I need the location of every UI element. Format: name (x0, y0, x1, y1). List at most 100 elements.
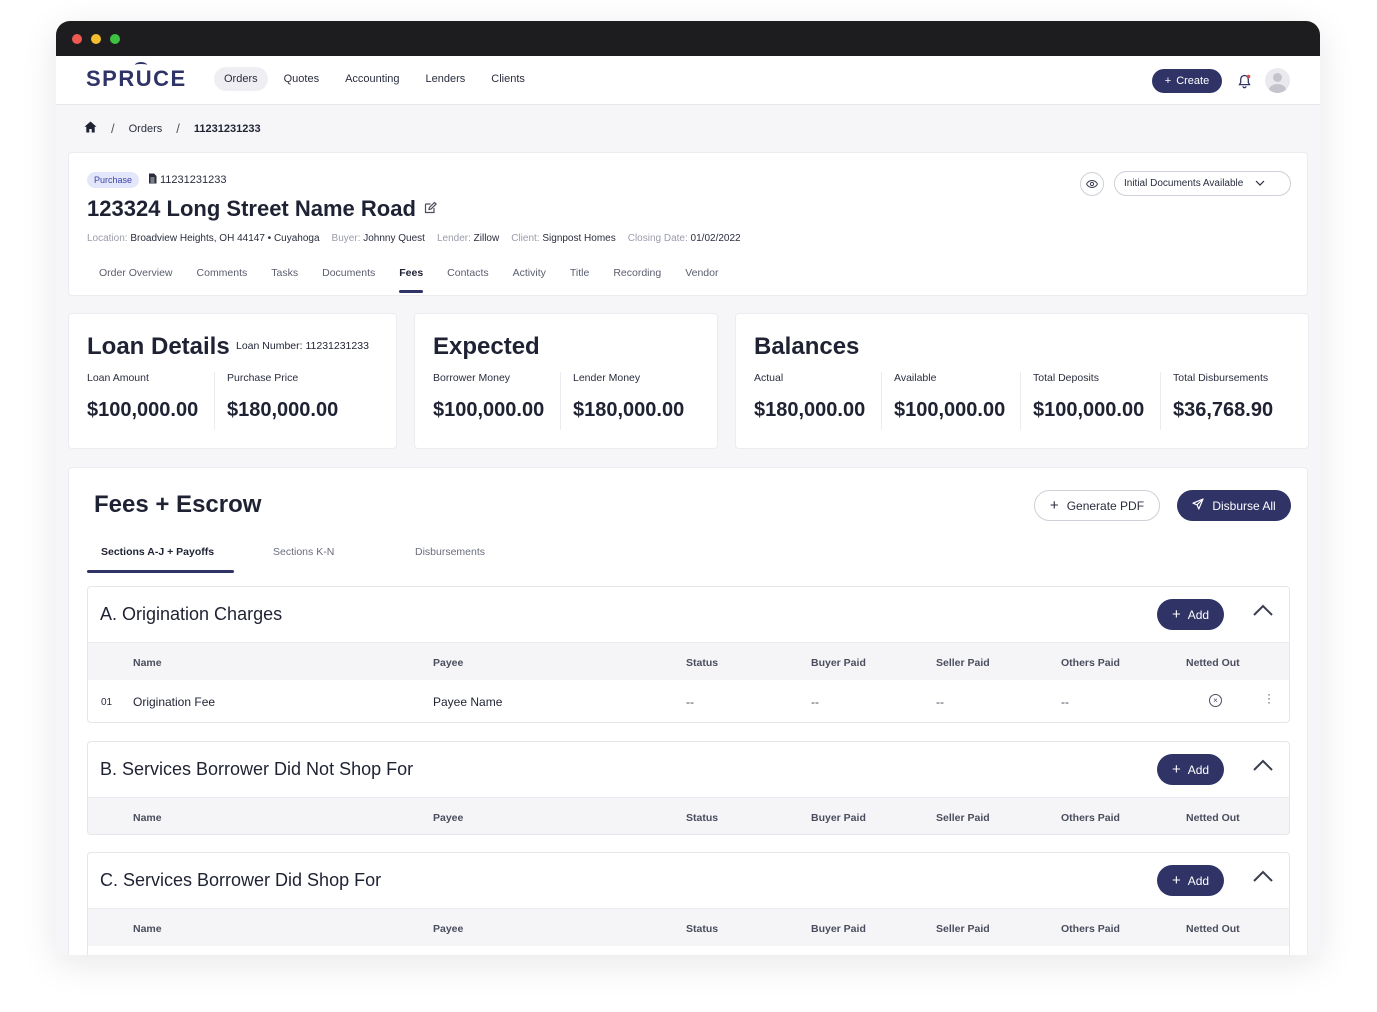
tab-disbursements[interactable]: Disbursements (415, 546, 485, 558)
breadcrumb-orders[interactable]: Orders (129, 123, 163, 135)
notification-bell-icon[interactable] (1236, 72, 1252, 90)
tab-recording[interactable]: Recording (601, 267, 673, 293)
breadcrumb: / Orders / 11231231233 (84, 121, 261, 136)
table-header: Name Payee Status Buyer Paid Seller Paid… (88, 797, 1289, 834)
col-buyer-paid: Buyer Paid (811, 923, 866, 935)
tab-title[interactable]: Title (558, 267, 601, 293)
section-b-not-shop: B. Services Borrower Did Not Shop For + … (87, 741, 1290, 835)
table-row[interactable]: 01 Origination Fee Payee Name -- -- -- -… (88, 680, 1289, 722)
location-label: Location: (87, 233, 128, 244)
chevron-up-icon[interactable] (1252, 869, 1274, 883)
add-label: Add (1187, 762, 1210, 777)
breadcrumb-order-id: 11231231233 (193, 122, 261, 135)
tab-sections-k-n[interactable]: Sections K-N (273, 546, 334, 558)
plus-icon: + (1171, 606, 1181, 623)
order-number-text: 11231231233 (160, 174, 227, 186)
tab-contacts[interactable]: Contacts (435, 267, 500, 293)
fee-status: -- (686, 695, 694, 709)
edit-icon[interactable] (424, 201, 437, 217)
total-disbursements-label: Total Disbursements (1173, 372, 1269, 384)
lender-money-value: $180,000.00 (573, 399, 685, 421)
expected-title: Expected (433, 333, 540, 360)
eye-icon[interactable] (1080, 172, 1104, 196)
lender-money-column: Lender Money $180,000.00 (560, 372, 684, 430)
document-icon (148, 173, 157, 187)
closing-date-label: Closing Date: (627, 233, 688, 244)
purchase-price-value: $180,000.00 (227, 399, 339, 421)
col-seller-paid: Seller Paid (936, 923, 990, 935)
add-label: Add (1187, 607, 1210, 622)
generate-pdf-button[interactable]: + Generate PDF (1034, 490, 1160, 521)
chevron-down-icon (1255, 178, 1265, 189)
loan-details-title: Loan Details (87, 333, 230, 360)
spruce-logo[interactable]: SPRUCE (86, 62, 187, 92)
loan-amount-label: Loan Amount (87, 372, 149, 384)
col-buyer-paid: Buyer Paid (811, 657, 866, 669)
col-seller-paid: Seller Paid (936, 812, 990, 824)
order-meta: Location: Broadview Heights, OH 44147 • … (87, 233, 741, 244)
expected-card: Expected Borrower Money $100,000.00 Lend… (414, 313, 718, 449)
actual-value: $180,000.00 (754, 399, 866, 421)
home-icon[interactable] (84, 121, 97, 136)
tab-vendor[interactable]: Vendor (673, 267, 730, 293)
chevron-up-icon[interactable] (1252, 758, 1274, 772)
add-fee-button[interactable]: + Add (1157, 865, 1224, 896)
purchase-price-label: Purchase Price (227, 372, 299, 384)
section-title: B. Services Borrower Did Not Shop For (100, 759, 414, 779)
minimize-window-dot[interactable] (91, 33, 101, 44)
user-avatar[interactable] (1265, 68, 1290, 93)
tab-fees[interactable]: Fees (387, 267, 435, 293)
loan-amount-value: $100,000.00 (87, 399, 199, 421)
total-deposits-value: $100,000.00 (1033, 399, 1145, 421)
nav-accounting[interactable]: Accounting (335, 67, 409, 91)
tab-comments[interactable]: Comments (185, 267, 260, 293)
available-column: Available $100,000.00 (881, 372, 1005, 430)
breadcrumb-separator: / (176, 121, 180, 136)
nav-clients[interactable]: Clients (481, 67, 535, 91)
fee-name: Origination Fee (133, 695, 216, 709)
tab-documents[interactable]: Documents (310, 267, 387, 293)
row-number: 01 (101, 697, 113, 708)
table-header: Name Payee Status Buyer Paid Seller Paid… (88, 642, 1289, 680)
active-tab-indicator (87, 570, 234, 573)
section-a-origination: A. Origination Charges + Add Name Payee … (87, 586, 1290, 723)
fee-others-paid: -- (1061, 695, 1069, 709)
app-window: SPRUCE Orders Quotes Accounting Lenders … (56, 21, 1320, 955)
create-button[interactable]: + Create (1152, 69, 1222, 93)
lender-value: Zillow (473, 233, 500, 244)
tab-order-overview[interactable]: Order Overview (87, 267, 185, 293)
tab-tasks[interactable]: Tasks (259, 267, 310, 293)
order-status-select[interactable]: Initial Documents Available (1114, 171, 1291, 196)
netted-out-icon[interactable]: × (1209, 694, 1222, 707)
chevron-up-icon[interactable] (1252, 603, 1274, 617)
purchase-price-column: Purchase Price $180,000.00 (214, 372, 338, 430)
nav-quotes[interactable]: Quotes (274, 67, 329, 91)
tab-sections-a-j[interactable]: Sections A-J + Payoffs (101, 546, 214, 558)
available-label: Available (894, 372, 937, 384)
actual-column: Actual $180,000.00 (754, 372, 865, 430)
maximize-window-dot[interactable] (110, 33, 120, 44)
lender-label: Lender: (436, 233, 471, 244)
create-label: Create (1176, 75, 1210, 87)
window-titlebar (56, 21, 1320, 56)
plus-icon: + (1171, 872, 1181, 889)
nav-lenders[interactable]: Lenders (416, 67, 476, 91)
balances-card: Balances Actual $180,000.00 Available $1… (735, 313, 1309, 449)
nav-orders[interactable]: Orders (214, 67, 268, 91)
col-netted-out: Netted Out (1186, 812, 1240, 824)
disburse-all-button[interactable]: Disburse All (1177, 490, 1291, 521)
more-options-icon[interactable]: · · · (1266, 688, 1272, 708)
add-fee-button[interactable]: + Add (1157, 599, 1224, 630)
address-text: 123324 Long Street Name Road (87, 196, 416, 221)
tab-activity[interactable]: Activity (501, 267, 558, 293)
fee-seller-paid: -- (936, 695, 944, 709)
close-window-dot[interactable] (72, 33, 82, 44)
add-fee-button[interactable]: + Add (1157, 754, 1224, 785)
col-payee: Payee (433, 923, 464, 935)
client-value: Signpost Homes (542, 233, 616, 244)
col-others-paid: Others Paid (1061, 812, 1120, 824)
col-buyer-paid: Buyer Paid (811, 812, 866, 824)
total-deposits-label: Total Deposits (1033, 372, 1099, 384)
breadcrumb-separator: / (111, 121, 115, 136)
buyer-label: Buyer: (331, 233, 361, 244)
